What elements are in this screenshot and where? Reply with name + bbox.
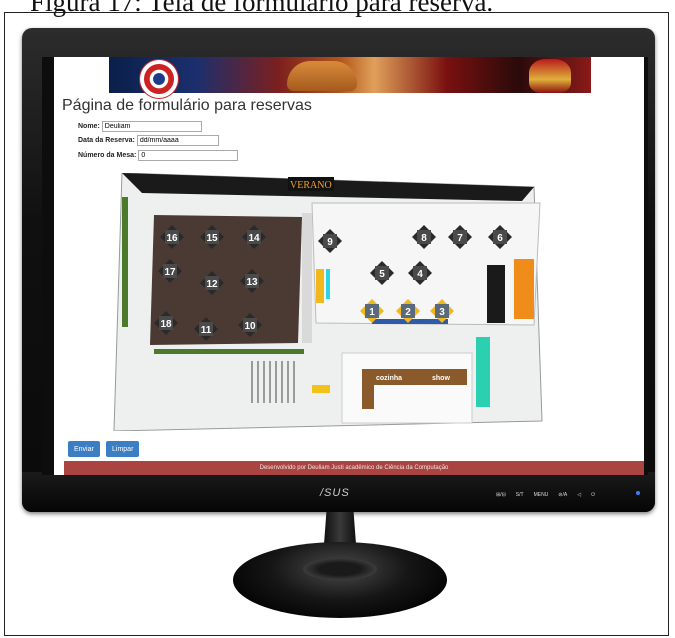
kitchen-counter-side	[362, 369, 374, 409]
partition-wall	[302, 213, 312, 343]
data-reserva-input[interactable]	[136, 135, 219, 146]
monitor-button[interactable]: ◁	[577, 492, 581, 498]
yellow-seat	[316, 269, 324, 303]
right-room	[311, 202, 541, 326]
table-number: 16	[166, 233, 178, 244]
black-panel	[487, 265, 505, 323]
monitor-screen: Página de formulário para reservas Nome:…	[42, 57, 648, 475]
table-number: 18	[160, 319, 172, 330]
monitor-button[interactable]: S/T	[516, 492, 524, 498]
monitor-brand-logo: /SUS	[320, 487, 350, 499]
limpar-button[interactable]: Limpar	[106, 441, 140, 457]
table-number: 4	[417, 269, 423, 280]
power-led-icon	[636, 491, 640, 495]
burger-image	[287, 61, 357, 91]
table-number: 6	[497, 233, 503, 244]
kitchen-label-left: cozinha	[376, 375, 402, 382]
monitor-button[interactable]: MENU	[534, 492, 549, 498]
cyan-seat	[326, 269, 330, 299]
table-number: 11	[201, 325, 212, 336]
table-number: 13	[246, 277, 258, 288]
enviar-button[interactable]: Enviar	[68, 441, 100, 457]
monitor-power-button[interactable]: ⏻	[591, 492, 595, 498]
shield-image	[139, 59, 179, 99]
left-plants	[122, 197, 128, 327]
monitor-stand-ring	[303, 558, 377, 580]
table-number: 15	[206, 233, 218, 244]
nome-row: Nome:	[78, 121, 202, 132]
floor-plan: VERANO cozinha show 1 2 3456789101112 13141…	[113, 173, 543, 431]
kitchen-label-right: show	[432, 375, 450, 382]
page-footer: Desenvolvido por Deuliam Justi acadêmico…	[64, 461, 644, 475]
header-banner	[109, 57, 591, 99]
table-number: 17	[164, 267, 176, 278]
kitchen-area	[341, 352, 473, 424]
table-number: 1	[369, 307, 375, 318]
mesa-row: Número da Mesa:	[78, 150, 239, 161]
nome-input[interactable]	[101, 121, 202, 132]
bottom-plants	[154, 349, 304, 354]
teal-door	[476, 337, 490, 407]
monitor-controls: ⊞/⊟ S/T MENU ⊘/A ◁ ⏻	[496, 492, 595, 498]
data-label: Data da Reserva:	[78, 137, 135, 144]
monitor-stand-base	[233, 542, 447, 618]
table-number: 5	[379, 269, 385, 280]
ironman-image	[529, 59, 571, 93]
table-number: 9	[327, 237, 333, 248]
orange-panel	[514, 259, 534, 319]
table-number: 7	[457, 233, 463, 244]
table-number: 12	[206, 279, 218, 290]
web-page: Página de formulário para reservas Nome:…	[54, 57, 644, 475]
table-number: 2	[405, 307, 411, 318]
verano-sign-text: VERANO	[290, 180, 332, 191]
page-title: Página de formulário para reservas	[62, 97, 312, 114]
table-number: 14	[248, 233, 260, 244]
yellow-bench	[312, 385, 330, 393]
table-number: 8	[421, 233, 427, 244]
mesa-label: Número da Mesa:	[78, 152, 137, 159]
nome-label: Nome:	[78, 123, 100, 130]
figure-caption: Figura 17: Tela de formulário para reser…	[30, 0, 494, 17]
table-number: 3	[439, 307, 445, 318]
numero-mesa-input[interactable]	[138, 150, 239, 161]
data-row: Data da Reserva:	[78, 135, 219, 146]
monitor-button[interactable]: ⊘/A	[558, 492, 567, 498]
monitor-button[interactable]: ⊞/⊟	[496, 492, 506, 498]
table-number: 10	[244, 321, 256, 332]
